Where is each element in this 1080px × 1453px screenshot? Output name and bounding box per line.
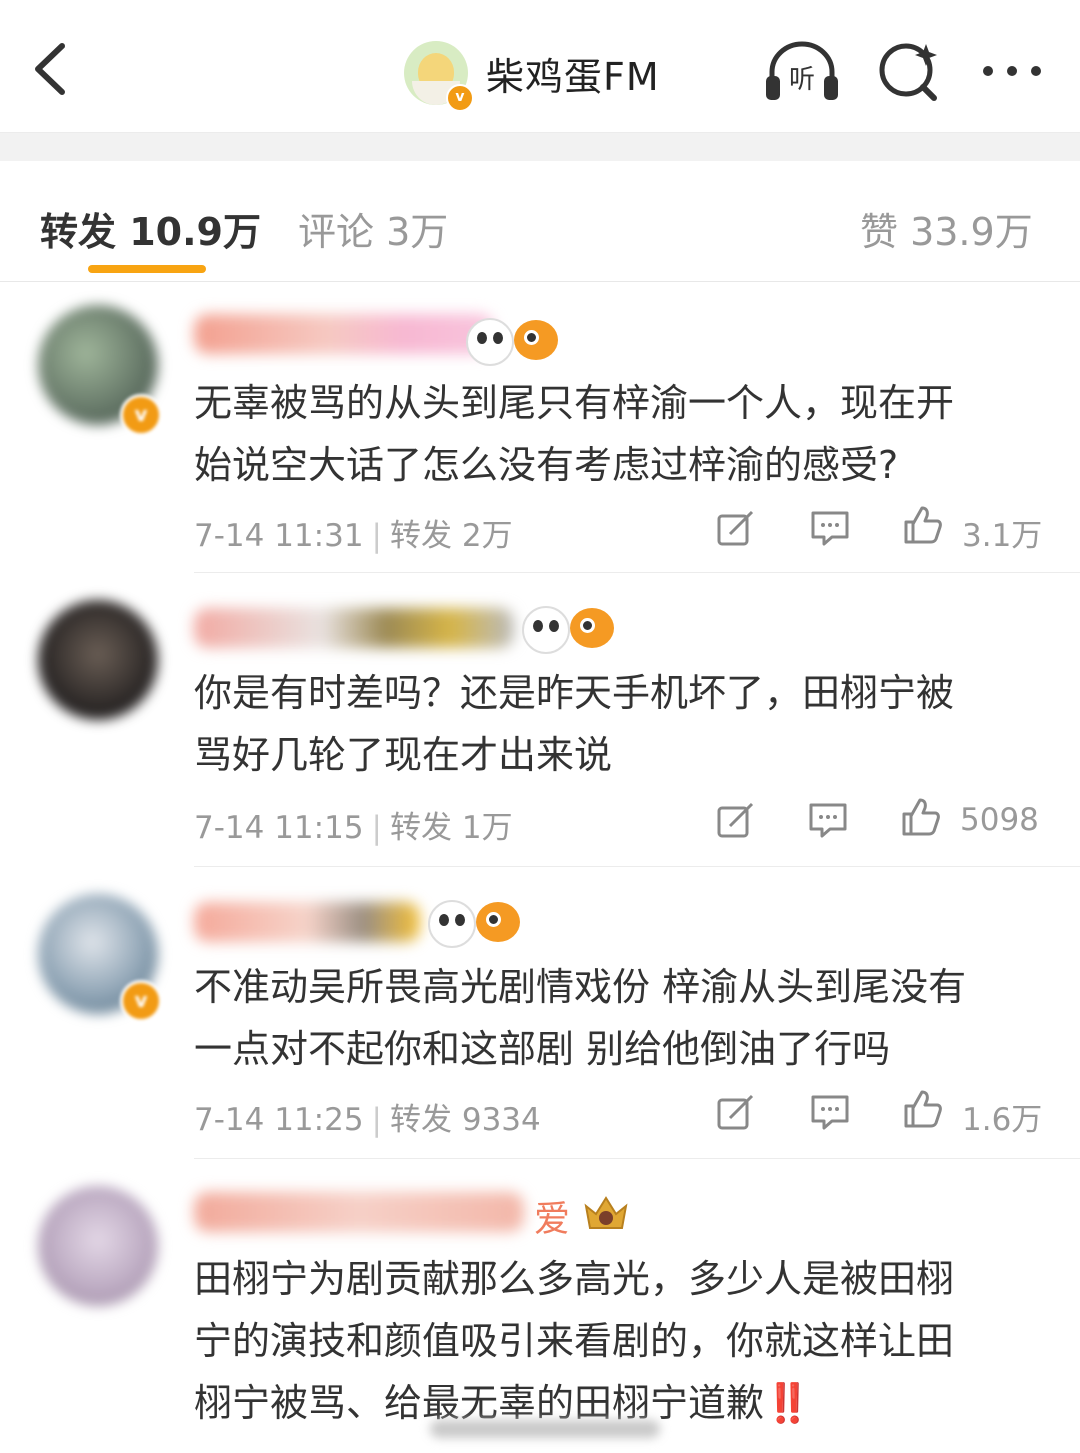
repost-icon[interactable] xyxy=(716,800,756,840)
like-thumb-icon[interactable] xyxy=(902,1088,942,1128)
more-options-icon[interactable] xyxy=(976,40,1056,102)
double-exclamation-icon: ‼️ xyxy=(764,1381,812,1425)
comment-icon[interactable] xyxy=(810,508,850,548)
like-thumb-icon[interactable] xyxy=(902,504,942,544)
tab-reposts[interactable]: 转发 10.9万 xyxy=(40,201,261,256)
account-header[interactable]: 柴鸡蛋FM xyxy=(404,38,660,108)
username-blurred[interactable] xyxy=(194,314,494,354)
comment-text: 田栩宁为剧贡献那么多高光，多少人是被田栩 宁的演技和颜值吸引来看剧的，你就这样让… xyxy=(194,1257,955,1425)
search-icon[interactable] xyxy=(870,40,950,102)
like-count: 3.1万 xyxy=(962,518,1043,554)
repost-icon[interactable] xyxy=(716,1092,756,1132)
comment-meta: 7-14 11:15 | 转发 1万 xyxy=(194,810,513,846)
divider xyxy=(194,572,1080,573)
comment-meta: 7-14 11:31 | 转发 2万 xyxy=(194,518,513,554)
panda-badge-icon xyxy=(522,606,570,654)
verified-badge-icon: v xyxy=(446,84,474,112)
account-name[interactable]: 柴鸡蛋FM xyxy=(486,46,660,101)
username-blurred[interactable] xyxy=(194,902,420,942)
comment-icon[interactable] xyxy=(810,1092,850,1132)
repost-icon[interactable] xyxy=(716,508,756,548)
divider xyxy=(194,1158,1080,1159)
tab-comments[interactable]: 评论 3万 xyxy=(298,201,448,256)
back-arrow-icon[interactable] xyxy=(28,38,74,100)
verified-badge-icon: v xyxy=(120,394,162,436)
comment-icon[interactable] xyxy=(808,800,848,840)
comment-time: 7-14 11:31 xyxy=(194,518,364,554)
tab-likes[interactable]: 赞 33.9万 xyxy=(860,201,1033,256)
fish-badge-icon xyxy=(570,608,614,648)
comment-meta: 7-14 11:25 | 转发 9334 xyxy=(194,1102,541,1138)
comment-text: 你是有时差吗？还是昨天手机坏了，田栩宁被 骂好几轮了现在才出来说 xyxy=(194,671,955,777)
avatar[interactable] xyxy=(38,600,158,720)
comment-time: 7-14 11:15 xyxy=(194,810,364,846)
comment-time: 7-14 11:25 xyxy=(194,1102,364,1138)
comment-text: 无辜被骂的从头到尾只有梓渝一个人，现在开 始说空大话了怎么没有考虑过梓渝的感受? xyxy=(194,381,955,487)
repost-count: 转发 9334 xyxy=(390,1102,541,1138)
username-fragment: 爱 xyxy=(534,1199,571,1240)
panda-badge-icon xyxy=(466,318,514,366)
verified-badge-icon: v xyxy=(120,980,162,1022)
like-thumb-icon[interactable] xyxy=(900,796,940,836)
top-bar: 柴鸡蛋FM v 听 xyxy=(0,0,1080,133)
headphones-listen-icon[interactable]: 听 xyxy=(762,40,842,102)
crown-badge-icon xyxy=(584,1196,628,1229)
watermark-blurred xyxy=(430,1420,660,1438)
active-tab-indicator xyxy=(88,265,206,273)
interaction-tabs: 转发 10.9万 评论 3万 赞 33.9万 xyxy=(0,161,1080,282)
like-count: 5098 xyxy=(960,802,1039,838)
panda-badge-icon xyxy=(428,900,476,948)
like-count: 1.6万 xyxy=(962,1102,1043,1138)
comment-text: 不准动吴所畏高光剧情戏份 梓渝从头到尾没有 一点对不起你和这部剧 别给他倒油了行… xyxy=(194,965,967,1071)
divider xyxy=(194,866,1080,867)
fish-badge-icon xyxy=(476,902,520,942)
section-gap xyxy=(0,133,1080,161)
listen-label: 听 xyxy=(789,65,815,95)
avatar[interactable] xyxy=(38,1186,158,1306)
repost-count: 转发 1万 xyxy=(390,810,513,846)
username-blurred[interactable] xyxy=(194,1192,524,1232)
fish-badge-icon xyxy=(514,320,558,360)
username-blurred[interactable] xyxy=(194,608,514,648)
repost-count: 转发 2万 xyxy=(390,518,513,554)
